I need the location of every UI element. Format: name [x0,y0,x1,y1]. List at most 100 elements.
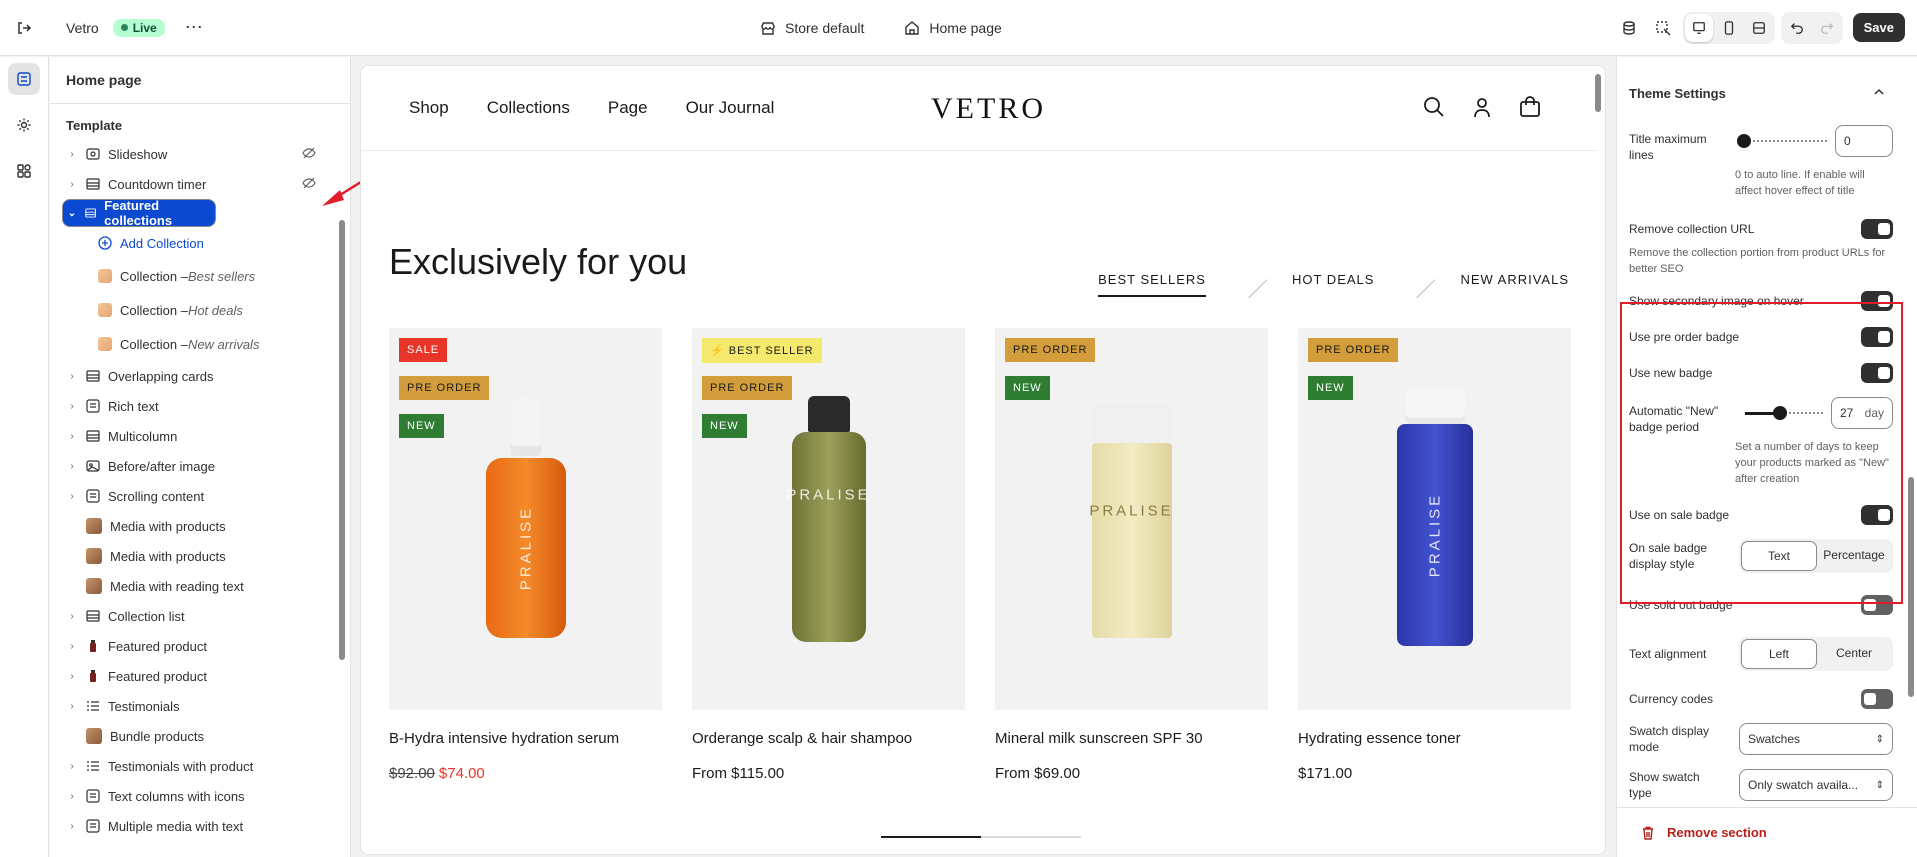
chevron-right-icon[interactable]: › [66,791,78,802]
cart-icon[interactable] [1519,96,1541,121]
chevron-right-icon[interactable]: › [66,641,78,652]
mobile-icon[interactable] [1715,14,1743,42]
sections-icon[interactable] [8,63,40,95]
align-option-center[interactable]: Center [1817,639,1891,669]
section-label: Scrolling content [108,488,205,504]
swatch-mode-select[interactable]: Swatches ⇕ [1739,723,1893,755]
tab-best-sellers[interactable]: BEST SELLERS [1098,272,1206,297]
align-option-left[interactable]: Left [1741,639,1817,669]
swatch-type-select[interactable]: Only swatch availa... ⇕ [1739,769,1893,801]
section-item[interactable]: › Testimonials with product [50,751,350,781]
title-lines-slider[interactable] [1737,134,1827,148]
product-card[interactable]: PRALISE ⚡ BEST SELLER PRE ORDER NEW Orde… [692,328,965,782]
section-item[interactable]: › Multiple media with text [50,811,350,841]
section-item[interactable]: Media with products [50,511,350,541]
section-item[interactable]: › Scrolling content [50,481,350,511]
chevron-right-icon[interactable]: › [66,149,78,160]
chevron-down-icon[interactable]: ⌄ [67,208,77,219]
section-item[interactable]: › Overlapping cards [50,361,350,391]
title-lines-input[interactable]: 0 [1835,125,1893,157]
product-price: $92.00 $74.00 [389,765,662,782]
product-name[interactable]: Orderange scalp & hair shampoo [692,730,965,747]
tab-new-arrivals[interactable]: NEW ARRIVALS [1460,272,1569,287]
settings-scrollbar[interactable] [1908,477,1914,697]
settings-gear-icon[interactable] [8,109,40,141]
remove-collection-url-toggle[interactable] [1861,219,1893,239]
account-icon[interactable] [1471,96,1493,121]
add-collection-button[interactable]: Add Collection [50,227,350,259]
search-icon[interactable] [1423,96,1445,121]
product-image[interactable]: PRALISE PRE ORDER NEW [995,328,1268,710]
section-item[interactable]: Media with products [50,541,350,571]
section-item[interactable]: › Featured product [50,631,350,661]
theme-settings-header[interactable]: Theme Settings [1617,57,1917,107]
preview-scrollbar[interactable] [1595,74,1601,112]
product-image[interactable]: PRALISE ⚡ BEST SELLER PRE ORDER NEW [692,328,965,710]
desktop-icon[interactable] [1684,13,1713,42]
database-icon[interactable] [1615,14,1643,42]
store-default-selector[interactable]: Store default [760,20,864,36]
setting-label: Currency codes [1629,692,1714,706]
block-item-collection[interactable]: Collection – Best sellers [50,259,350,293]
product-image[interactable]: PRALISE PRE ORDER NEW [1298,328,1571,710]
chevron-right-icon[interactable]: › [66,491,78,502]
section-label: Before/after image [108,458,215,474]
product-image[interactable]: PRALISE SALE PRE ORDER NEW [389,328,662,710]
chevron-right-icon[interactable]: › [66,371,78,382]
section-item-countdown[interactable]: › Countdown timer [50,169,350,199]
chevron-right-icon[interactable]: › [66,461,78,472]
currency-codes-toggle[interactable] [1861,689,1893,709]
chevron-right-icon[interactable]: › [66,611,78,622]
product-name[interactable]: Hydrating essence toner [1298,730,1571,747]
chevron-right-icon[interactable]: › [66,701,78,712]
eye-hidden-icon[interactable] [302,146,316,163]
chevron-right-icon[interactable]: › [66,761,78,772]
redo-icon[interactable] [1813,14,1841,42]
chevron-up-icon[interactable] [1873,86,1885,101]
product-name[interactable]: B-Hydra intensive hydration serum [389,730,662,747]
undo-icon[interactable] [1783,14,1811,42]
fullscreen-icon[interactable] [1745,14,1773,42]
chevron-right-icon[interactable]: › [66,179,78,190]
product-name[interactable]: Mineral milk sunscreen SPF 30 [995,730,1268,747]
nav-link-page[interactable]: Page [608,98,648,118]
store-logo[interactable]: VETRO [931,92,1046,126]
section-item[interactable]: › Before/after image [50,451,350,481]
chevron-right-icon[interactable]: › [66,671,78,682]
section-item-featured-collections[interactable]: ⌄ Featured collections [62,198,216,228]
nav-link-shop[interactable]: Shop [409,98,449,118]
chevron-right-icon[interactable]: › [66,401,78,412]
swatch-mode-setting: Swatch display mode Swatches ⇕ [1617,723,1917,755]
section-item[interactable]: › Rich text [50,391,350,421]
product-card[interactable]: PRALISE PRE ORDER NEW Mineral milk sunsc… [995,328,1268,782]
nav-link-collections[interactable]: Collections [487,98,570,118]
section-item[interactable]: › Multicolumn [50,421,350,451]
chevron-right-icon[interactable]: › [66,431,78,442]
block-name: Best sellers [187,268,256,284]
section-item[interactable]: › Testimonials [50,691,350,721]
section-item-slideshow[interactable]: › Slideshow [50,139,350,169]
block-item-collection[interactable]: Collection – Hot deals [50,293,350,327]
block-item-collection[interactable]: Collection – New arrivals [50,327,350,361]
product-card[interactable]: PRALISE SALE PRE ORDER NEW B-Hydra inten… [389,328,662,782]
inspector-icon[interactable] [1649,14,1677,42]
save-button[interactable]: Save [1852,13,1905,42]
section-item[interactable]: Media with reading text [50,571,350,601]
eye-hidden-icon[interactable] [302,176,316,193]
nav-link-journal[interactable]: Our Journal [686,98,775,118]
remove-section-button[interactable]: Remove section [1617,807,1917,857]
exit-icon[interactable] [16,20,32,36]
section-item[interactable]: › Featured product [50,661,350,691]
section-item[interactable]: › Collection list [50,601,350,631]
more-icon[interactable]: ⋯ [185,17,203,38]
tab-hot-deals[interactable]: HOT DEALS [1292,272,1374,287]
page-selector[interactable]: Home page [904,20,1002,36]
section-item[interactable]: Bundle products [50,721,350,751]
section-item[interactable]: › Text columns with icons [50,781,350,811]
chevron-right-icon[interactable]: › [66,821,78,832]
carousel-progress[interactable] [881,836,1081,838]
product-card[interactable]: PRALISE PRE ORDER NEW Hydrating essence … [1298,328,1571,782]
panel-scrollbar[interactable] [339,220,345,660]
section-icon [86,369,100,383]
apps-icon[interactable] [8,155,40,187]
